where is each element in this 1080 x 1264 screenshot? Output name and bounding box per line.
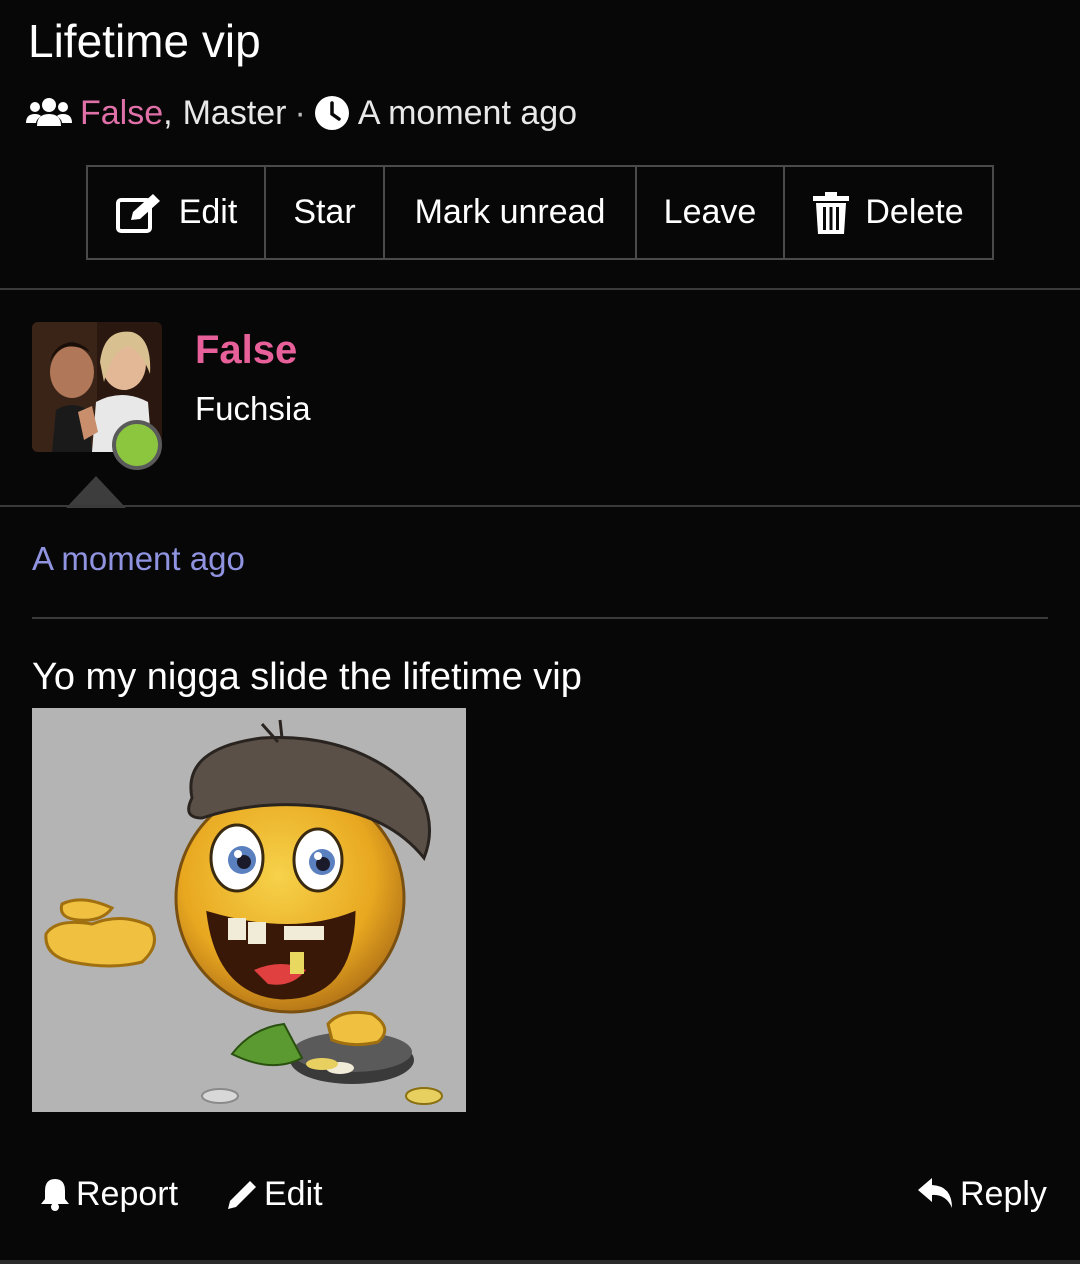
edit-post-label: Edit <box>264 1174 323 1213</box>
divider <box>32 617 1048 619</box>
topic-meta: False , Master · A moment ago <box>26 90 577 136</box>
star-button[interactable]: Star <box>266 167 385 258</box>
online-status-indicator <box>112 420 162 470</box>
participant-separator: , <box>163 93 173 132</box>
reply-icon <box>918 1178 952 1208</box>
post-author-name[interactable]: False <box>195 328 297 373</box>
post-pointer-arrow <box>66 476 126 508</box>
edit-topic-label: Edit <box>178 193 238 231</box>
meta-dot: · <box>294 93 306 132</box>
star-label: Star <box>293 193 356 231</box>
topic-time: A moment ago <box>357 93 578 132</box>
reply-label: Reply <box>960 1174 1047 1213</box>
divider <box>0 505 1080 507</box>
beggar-emoji-sticker <box>32 708 466 1112</box>
mark-unread-label: Mark unread <box>414 193 606 231</box>
post-time-link[interactable]: A moment ago <box>32 540 245 578</box>
post-body-text: Yo my nigga slide the lifetime vip <box>32 656 582 698</box>
reply-button[interactable]: Reply <box>918 1166 1047 1222</box>
edit-post-button[interactable]: Edit <box>226 1166 323 1222</box>
bottom-divider <box>0 1260 1080 1264</box>
topic-title: Lifetime vip <box>28 15 261 67</box>
topic-toolbar: Edit Star Mark unread Leave Delete <box>86 165 994 260</box>
pencil-icon <box>228 1181 256 1209</box>
report-button[interactable]: Report <box>40 1166 178 1222</box>
participant-name[interactable]: Master <box>183 94 287 133</box>
bell-icon <box>41 1179 69 1211</box>
divider <box>0 288 1080 290</box>
post-author-rank: Fuchsia <box>195 390 311 427</box>
clock-icon <box>314 96 349 130</box>
edit-icon <box>115 193 160 233</box>
users-icon <box>26 98 72 126</box>
report-label: Report <box>76 1174 179 1213</box>
mark-unread-button[interactable]: Mark unread <box>385 167 637 258</box>
leave-label: Leave <box>663 193 757 231</box>
post-actions: Report Edit Reply <box>0 1166 1080 1222</box>
delete-label: Delete <box>865 193 964 231</box>
post-image[interactable] <box>32 708 466 1112</box>
leave-button[interactable]: Leave <box>637 167 785 258</box>
delete-button[interactable]: Delete <box>785 167 992 258</box>
edit-topic-button[interactable]: Edit <box>88 167 266 258</box>
trash-icon <box>813 191 850 234</box>
participant-link[interactable]: False <box>80 94 163 133</box>
